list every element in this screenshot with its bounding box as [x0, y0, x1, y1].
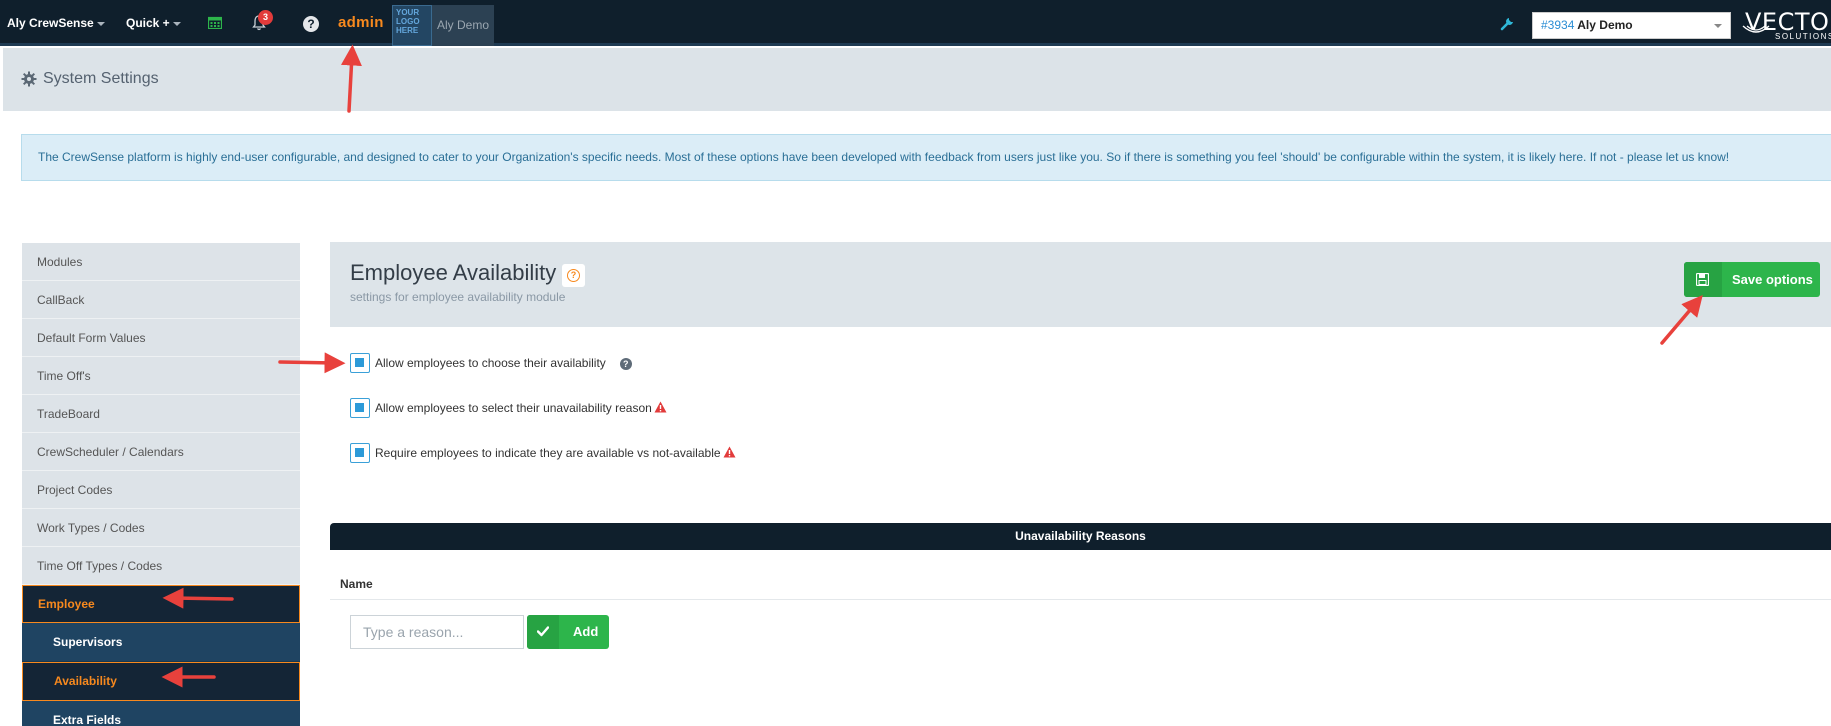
chevron-down-icon	[1714, 24, 1722, 28]
account-name: Aly Demo	[432, 5, 494, 46]
settings-sidebar: Modules CallBack Default Form Values Tim…	[22, 243, 300, 726]
divider	[330, 599, 1831, 600]
logo-text-line: HERE	[396, 26, 419, 35]
org-menu[interactable]: Aly CrewSense	[7, 16, 105, 30]
option-label: Require employees to indicate they are a…	[375, 446, 736, 460]
warning-icon	[654, 401, 667, 413]
option-label: Allow employees to select their unavaila…	[375, 401, 667, 415]
org-logo-placeholder: YOUR LOGO HERE	[392, 5, 432, 46]
calendar-icon[interactable]	[208, 16, 222, 29]
sidebar-item-tradeboard[interactable]: TradeBoard	[22, 395, 300, 433]
account-select-name: Aly Demo	[1577, 18, 1633, 32]
info-banner: The CrewSense platform is highly end-use…	[21, 134, 1831, 181]
account-select[interactable]: #3934 Aly Demo	[1532, 12, 1731, 39]
reason-input[interactable]	[350, 615, 524, 649]
column-header-name: Name	[340, 577, 373, 591]
logo-text-line: LOGO	[396, 17, 420, 26]
brand-tagline: SOLUTIONS	[1775, 32, 1831, 40]
checkbox-require-indicate[interactable]	[350, 443, 370, 463]
option-label: Allow employees to choose their availabi…	[375, 356, 632, 370]
help-icon[interactable]: ?	[303, 16, 319, 32]
add-reason-label: Add	[573, 624, 599, 639]
account-number: #3934	[1541, 18, 1575, 32]
gear-icon	[21, 71, 37, 87]
sidebar-item-project-codes[interactable]: Project Codes	[22, 471, 300, 509]
org-menu-label: Aly CrewSense	[7, 16, 94, 30]
logo-text-line: YOUR	[396, 8, 420, 17]
chevron-down-icon	[172, 21, 181, 26]
check-icon	[527, 615, 559, 649]
panel-title: Employee Availability	[350, 260, 557, 285]
sidebar-item-crewscheduler[interactable]: CrewScheduler / Calendars	[22, 433, 300, 471]
checkbox-unavailability-reason[interactable]	[350, 398, 370, 418]
option-text: Require employees to indicate they are a…	[375, 446, 721, 460]
sidebar-item-employee[interactable]: Employee	[22, 585, 300, 623]
top-navbar: Aly CrewSense Quick + 3 ? admin YOUR LOG…	[0, 0, 1831, 46]
wrench-icon[interactable]	[1500, 15, 1516, 31]
vector-solutions-logo: VECTOR SOLUTIONS	[1741, 8, 1831, 40]
question-icon: ?	[567, 269, 580, 282]
unavailability-reasons-header: Unavailability Reasons	[330, 523, 1831, 550]
quick-menu[interactable]: Quick +	[126, 16, 181, 30]
notification-badge: 3	[258, 10, 273, 25]
page-title: System Settings	[43, 70, 159, 87]
option-text: Allow employees to choose their availabi…	[375, 356, 606, 370]
sidebar-subitem-extra-fields[interactable]: Extra Fields	[22, 701, 300, 726]
sidebar-subitem-availability[interactable]: Availability	[22, 662, 300, 701]
save-icon	[1684, 262, 1722, 297]
sidebar-item-work-types[interactable]: Work Types / Codes	[22, 509, 300, 547]
option-text: Allow employees to select their unavaila…	[375, 401, 652, 415]
quick-menu-label: Quick +	[126, 16, 170, 30]
panel-subtitle: settings for employee availability modul…	[350, 290, 566, 304]
question-icon[interactable]: ?	[619, 358, 632, 370]
panel-header: Employee Availability ? settings for emp…	[330, 242, 1831, 327]
admin-link[interactable]: admin	[338, 14, 384, 31]
save-options-button[interactable]: Save options	[1684, 262, 1820, 297]
save-options-label: Save options	[1732, 272, 1813, 287]
chevron-down-icon	[96, 21, 105, 26]
add-reason-button[interactable]: Add	[527, 615, 609, 649]
warning-icon	[723, 446, 736, 458]
panel-help-button[interactable]: ?	[562, 264, 585, 287]
page-header: System Settings	[3, 48, 1831, 111]
sidebar-subitem-supervisors[interactable]: Supervisors	[22, 623, 300, 662]
checkbox-choose-availability[interactable]	[350, 353, 370, 373]
sidebar-item-time-off-types[interactable]: Time Off Types / Codes	[22, 547, 300, 585]
sidebar-item-callback[interactable]: CallBack	[22, 281, 300, 319]
sidebar-item-time-offs[interactable]: Time Off's	[22, 357, 300, 395]
sidebar-item-default-form-values[interactable]: Default Form Values	[22, 319, 300, 357]
sidebar-item-modules[interactable]: Modules	[22, 243, 300, 281]
